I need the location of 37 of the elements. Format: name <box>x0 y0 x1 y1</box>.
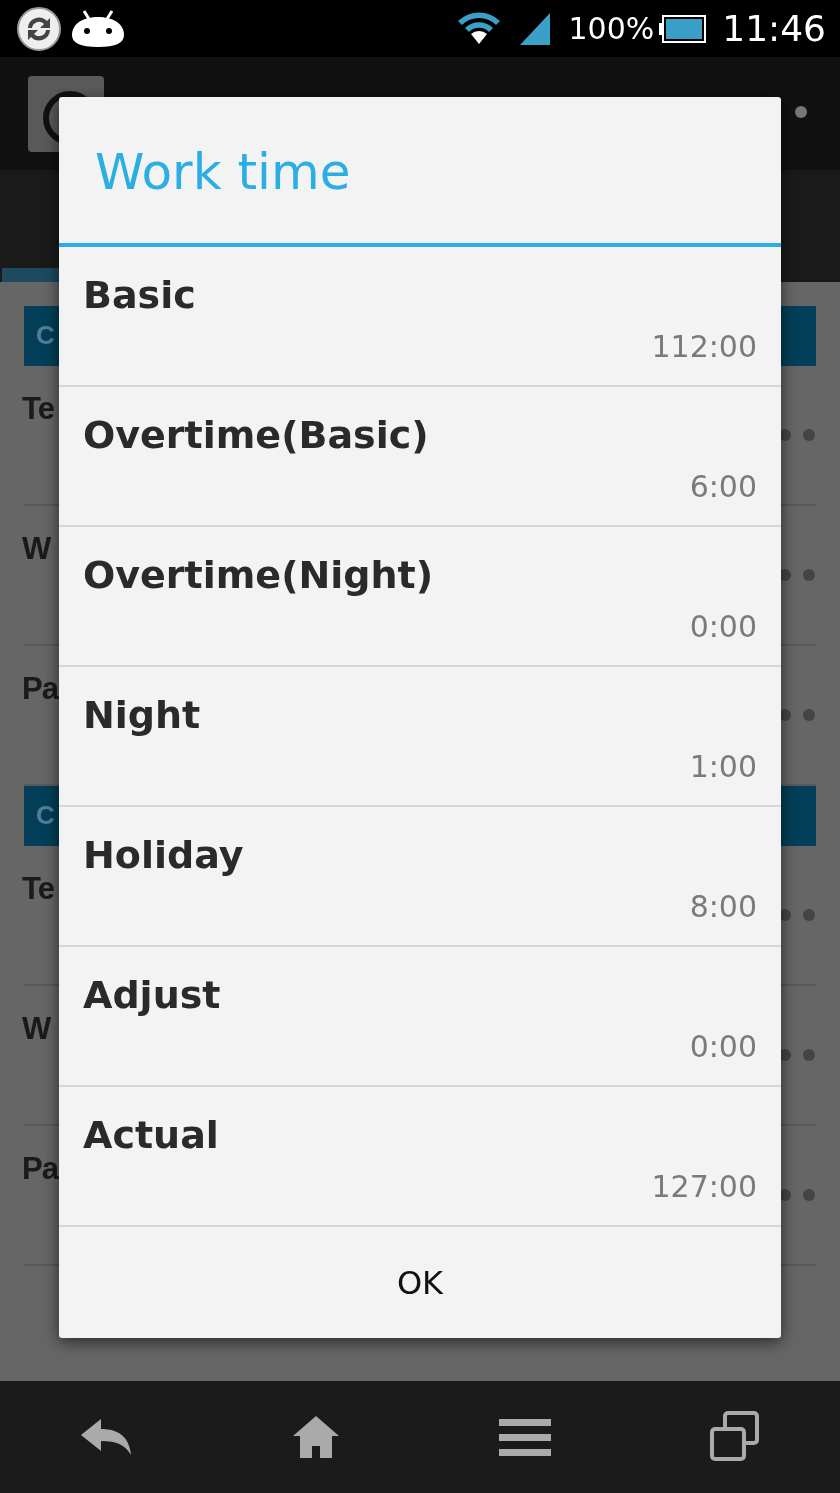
menu-icon[interactable] <box>499 1417 551 1457</box>
more-icon <box>778 428 816 442</box>
item-label: Night <box>83 692 202 739</box>
item-value: 8:00 <box>688 888 757 926</box>
battery-percent: 100% <box>568 10 655 48</box>
battery-icon <box>658 14 707 43</box>
item-value: 6:00 <box>688 468 757 506</box>
row-label: W <box>22 530 51 568</box>
more-icon <box>778 568 816 582</box>
more-icon <box>778 908 816 922</box>
ok-button[interactable]: OK <box>59 1227 781 1338</box>
android-icon <box>70 8 126 49</box>
item-label: Holiday <box>83 832 245 879</box>
item-value: 0:00 <box>688 1028 757 1066</box>
sync-icon <box>16 5 62 52</box>
item-label: Overtime(Night) <box>83 552 435 599</box>
item-value: 112:00 <box>650 328 757 366</box>
row-label: W <box>22 1010 51 1048</box>
clock: 11:46 <box>722 6 826 51</box>
row-label: Pa <box>22 670 58 708</box>
item-label: Adjust <box>83 972 222 1019</box>
item-label: Overtime(Basic) <box>83 412 430 459</box>
more-icon <box>778 1188 816 1202</box>
more-icon <box>778 708 816 722</box>
item-value: 0:00 <box>688 608 757 646</box>
recent-apps-icon[interactable] <box>709 1411 761 1463</box>
back-icon[interactable] <box>79 1417 133 1457</box>
row-label: Te <box>22 390 54 428</box>
item-label: Actual <box>83 1112 220 1159</box>
overflow-dot-icon[interactable] <box>794 105 808 119</box>
dialog-title: Work time <box>59 97 781 247</box>
home-icon[interactable] <box>291 1414 341 1460</box>
row-label: Pa <box>22 1150 58 1188</box>
more-icon <box>778 1048 816 1062</box>
row-label: Te <box>22 870 54 908</box>
item-value: 127:00 <box>650 1168 757 1206</box>
item-value: 1:00 <box>688 748 757 786</box>
